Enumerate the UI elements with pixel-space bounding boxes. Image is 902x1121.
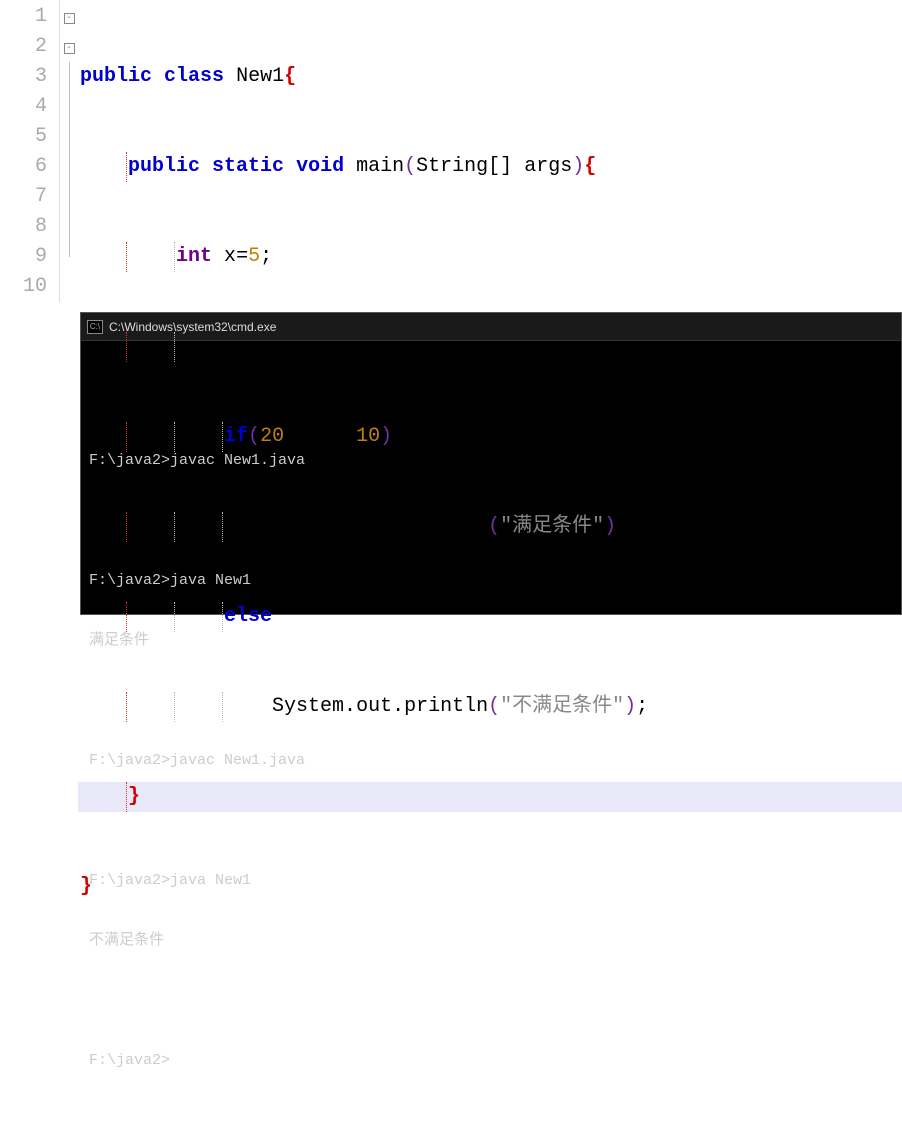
code-line[interactable]: public class New1{: [78, 62, 902, 92]
fold-toggle-icon[interactable]: -: [64, 13, 75, 24]
code-editor[interactable]: 1 2 3 4 5 6 7 8 9 10 - - public class Ne…: [0, 0, 902, 302]
code-area[interactable]: public class New1{ public static void ma…: [78, 0, 902, 302]
line-number: 4: [0, 92, 47, 122]
code-line[interactable]: }: [78, 872, 902, 902]
code-line[interactable]: System.out.println("满足条件");: [78, 512, 902, 542]
line-number: 7: [0, 182, 47, 212]
console-line: F:\java2>javac New1.java: [89, 751, 893, 771]
console-line: 满足条件: [89, 631, 893, 651]
fold-column: - -: [60, 0, 78, 302]
console-line: 不满足条件: [89, 931, 893, 951]
console-line: F:\java2>: [89, 1051, 893, 1071]
code-line[interactable]: int x=5;: [78, 242, 902, 272]
line-number: 1: [0, 2, 47, 32]
code-line[interactable]: [78, 332, 902, 362]
code-line-active[interactable]: }: [78, 782, 902, 812]
code-line[interactable]: public static void main(String[] args){: [78, 152, 902, 182]
line-number: 3: [0, 62, 47, 92]
code-line[interactable]: if(20<x&&x<10): [78, 422, 902, 452]
code-line[interactable]: else: [78, 602, 902, 632]
line-number: 8: [0, 212, 47, 242]
console-line: [89, 811, 893, 831]
line-number: 2: [0, 32, 47, 62]
line-number: 6: [0, 152, 47, 182]
code-line[interactable]: System.out.println("不满足条件");: [78, 692, 902, 722]
fold-toggle-icon[interactable]: -: [64, 43, 75, 54]
line-number-gutter: 1 2 3 4 5 6 7 8 9 10: [0, 0, 60, 302]
line-number: 10: [0, 272, 47, 302]
line-number: 5: [0, 122, 47, 152]
line-number: 9: [0, 242, 47, 272]
console-line: [89, 991, 893, 1011]
